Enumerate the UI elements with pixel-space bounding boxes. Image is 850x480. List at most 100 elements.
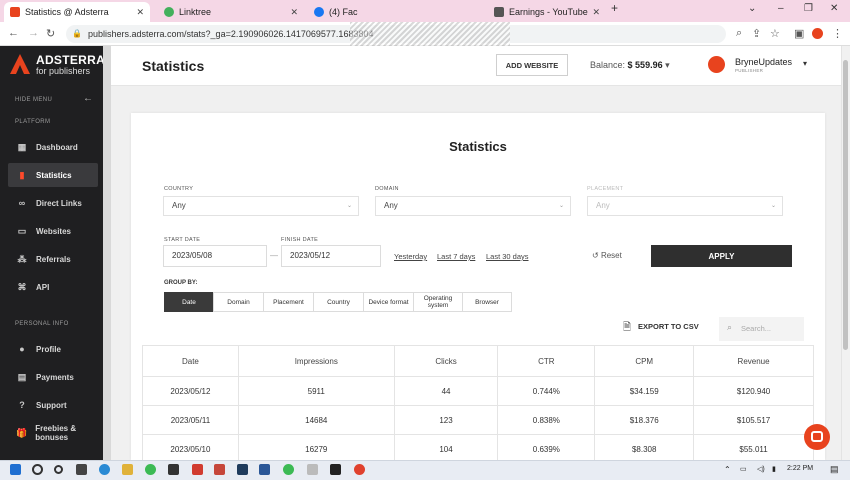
date-range-separator: —	[270, 251, 278, 260]
sidebar-item-direct-links[interactable]: ∞ Direct Links	[8, 191, 98, 215]
hide-menu-button[interactable]: HIDE MENU	[15, 97, 52, 103]
page-scrollbar-thumb[interactable]	[843, 60, 848, 350]
group-by-operating-system[interactable]: Operating system	[413, 292, 463, 312]
window-close-icon[interactable]: ✕	[830, 3, 838, 14]
sidebar-item-referrals[interactable]: ⁂ Referrals	[8, 247, 98, 271]
reset-button[interactable]: ↺ Reset	[592, 251, 622, 260]
placement-select[interactable]: Any ⌄	[587, 196, 783, 216]
apply-button[interactable]: APPLY	[651, 245, 792, 267]
group-by-placement[interactable]: Placement	[263, 292, 314, 312]
task-view-icon[interactable]	[76, 464, 87, 475]
close-tab-icon[interactable]: ✕	[592, 7, 600, 18]
network-icon[interactable]: ▭	[740, 465, 747, 473]
column-header-date[interactable]: Date	[142, 345, 239, 377]
column-header-cpm[interactable]: CPM	[594, 345, 695, 377]
balance-dropdown[interactable]: Balance: $ 559.96 ▾	[590, 60, 670, 71]
file-explorer-icon[interactable]	[122, 464, 133, 475]
minimize-icon[interactable]: –	[778, 3, 784, 14]
group-by-browser[interactable]: Browser	[462, 292, 512, 312]
youtube-favicon-icon	[494, 7, 504, 17]
lock-icon[interactable]: 🔒	[72, 29, 82, 38]
quick-last-7-days-link[interactable]: Last 7 days	[437, 252, 475, 261]
sidebar-item-label: Dashboard	[36, 142, 78, 152]
sidebar-item-freebies[interactable]: 🎁 Freebies & bonuses	[8, 421, 106, 445]
close-tab-icon[interactable]: ✕	[136, 7, 144, 18]
search-icon[interactable]	[32, 464, 43, 475]
windows-start-icon[interactable]	[10, 464, 21, 475]
sidebar-item-statistics[interactable]: ▮ Statistics	[8, 163, 98, 187]
browser-tab-facebook[interactable]: (4) Fac	[308, 2, 368, 22]
user-avatar[interactable]	[708, 56, 725, 73]
group-by-device-format[interactable]: Device format	[363, 292, 414, 312]
column-header-clicks[interactable]: Clicks	[393, 345, 499, 377]
chrome-active-icon[interactable]	[283, 464, 294, 475]
group-by-date[interactable]: Date	[164, 292, 214, 312]
pdf-app-icon[interactable]	[214, 464, 225, 475]
add-website-button[interactable]: ADD WEBSITE	[496, 54, 568, 76]
quick-last-30-days-link[interactable]: Last 30 days	[486, 252, 529, 261]
reload-icon[interactable]: ↻	[46, 27, 55, 40]
tray-chevron-icon[interactable]: ⌃	[724, 465, 731, 474]
restore-icon[interactable]: ❐	[804, 3, 813, 14]
volume-icon[interactable]: ◁)	[757, 465, 765, 473]
group-by-country[interactable]: Country	[313, 292, 364, 312]
photoshop-icon[interactable]	[237, 464, 248, 475]
capcut-icon[interactable]	[330, 464, 341, 475]
table-header-row: Date Impressions Clicks CTR CPM Revenue	[142, 345, 814, 377]
chevron-down-icon: ⌄	[770, 203, 776, 209]
sidebar-item-payments[interactable]: ▤ Payments	[8, 365, 98, 389]
sidebar-item-websites[interactable]: ▭ Websites	[8, 219, 98, 243]
sidebar-item-label: Payments	[36, 372, 74, 382]
profile-avatar-icon[interactable]	[812, 28, 823, 39]
browser-tab-linktree[interactable]: Linktree ✕	[158, 2, 304, 22]
sidebar-scrollbar[interactable]	[103, 46, 111, 460]
column-header-revenue[interactable]: Revenue	[693, 345, 814, 377]
collapse-arrow-icon[interactable]: ←	[83, 93, 93, 104]
sidebar-item-dashboard[interactable]: ▦ Dashboard	[8, 135, 98, 159]
sidebar-item-support[interactable]: ? Support	[8, 393, 98, 417]
sidepanel-icon[interactable]: ▣	[794, 27, 804, 40]
app-icon[interactable]	[259, 464, 270, 475]
back-arrow-icon[interactable]: ←	[8, 27, 19, 39]
clock-time[interactable]: 2:22 PM	[787, 465, 813, 472]
edge-icon[interactable]	[99, 464, 110, 475]
new-tab-button[interactable]: +	[611, 1, 618, 15]
forward-arrow-icon[interactable]: →	[28, 27, 39, 39]
sidebar-item-profile[interactable]: ● Profile	[8, 337, 98, 361]
referrals-icon: ⁂	[17, 253, 27, 264]
tab-search-icon[interactable]: ⌄	[748, 3, 756, 14]
quick-yesterday-link[interactable]: Yesterday	[394, 252, 427, 261]
page-header: Statistics ADD WEBSITE Balance: $ 559.96…	[111, 46, 841, 86]
store-icon[interactable]	[168, 464, 179, 475]
notifications-icon[interactable]: ▤	[830, 464, 839, 475]
app-icon[interactable]	[307, 464, 318, 475]
sidebar-item-api[interactable]: ⌘ API	[8, 275, 98, 299]
zoom-icon[interactable]: ⌕	[736, 27, 742, 40]
cortana-icon[interactable]	[54, 465, 63, 474]
chrome-icon[interactable]	[145, 464, 156, 475]
browser-menu-icon[interactable]: ⋮	[832, 27, 843, 40]
chevron-down-icon: ▾	[665, 60, 670, 70]
recorder-icon[interactable]	[354, 464, 365, 475]
battery-icon[interactable]: ▮	[772, 465, 776, 473]
share-icon[interactable]: ⇪	[752, 27, 761, 40]
group-by-domain[interactable]: Domain	[213, 292, 264, 312]
bookmark-star-icon[interactable]: ☆	[770, 27, 780, 40]
payments-icon: ▤	[17, 371, 27, 382]
close-tab-icon[interactable]: ✕	[290, 7, 298, 18]
start-date-input[interactable]: 2023/05/08	[163, 245, 267, 267]
chevron-down-icon: ⌄	[558, 203, 564, 209]
column-header-impressions[interactable]: Impressions	[237, 345, 395, 377]
user-menu-chevron-icon[interactable]: ▾	[803, 59, 807, 68]
finish-date-input[interactable]: 2023/05/12	[281, 245, 381, 267]
cell-date: 2023/05/11	[142, 405, 239, 435]
wps-icon[interactable]	[192, 464, 203, 475]
browser-tab-statistics[interactable]: Statistics @ Adsterra ✕	[4, 2, 150, 22]
cell-clicks: 44	[393, 376, 499, 406]
domain-select[interactable]: Any ⌄	[375, 196, 571, 216]
column-header-ctr[interactable]: CTR	[497, 345, 596, 377]
export-csv-button[interactable]: EXPORT TO CSV	[638, 322, 699, 331]
user-name[interactable]: BryneUpdates	[735, 57, 792, 67]
browser-tab-youtube[interactable]: Earnings - YouTube ✕	[488, 2, 606, 22]
country-select[interactable]: Any ⌄	[163, 196, 359, 216]
